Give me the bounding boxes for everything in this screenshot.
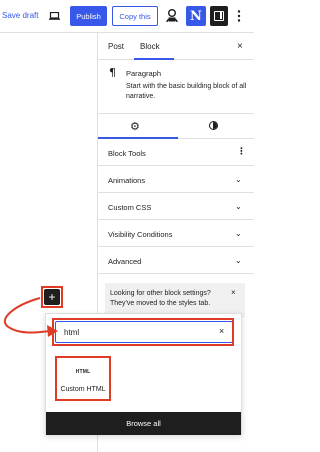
styles-moved-notice: Looking for other block settings? They'v… [105, 283, 245, 317]
block-title: Paragraph [126, 69, 162, 78]
panel-label: Visibility Conditions [108, 230, 173, 239]
styles-contrast-icon[interactable] [209, 121, 218, 130]
block-card: ¶ Paragraph Start with the basic buildin… [98, 60, 254, 114]
panel-label: Custom CSS [108, 203, 152, 212]
paragraph-icon: ¶ [109, 66, 116, 79]
publish-button[interactable]: Publish [70, 6, 107, 26]
user-icon[interactable] [166, 9, 178, 23]
block-result-label: Custom HTML [60, 386, 106, 393]
block-result-custom-html[interactable]: HTML Custom HTML [55, 356, 111, 401]
panel-block-tools[interactable]: Block Tools ⋮ [98, 139, 254, 166]
chevron-down-icon: ⌄ [235, 229, 242, 238]
tab-block[interactable]: Block [140, 42, 160, 51]
notice-text: Looking for other block settings? They'v… [110, 290, 211, 307]
more-vertical-icon[interactable] [237, 10, 241, 22]
panel-label: Animations [108, 176, 146, 185]
more-options-icon[interactable]: ⋮ [237, 146, 246, 157]
panel-custom-css[interactable]: Custom CSS ⌄ [98, 193, 254, 220]
settings-gear-icon[interactable]: ⚙ [130, 120, 140, 133]
tab-post[interactable]: Post [108, 42, 124, 51]
annotation-highlight-inserter [41, 286, 63, 308]
panel-label: Advanced [108, 257, 142, 266]
html-block-icon: HTML [75, 369, 91, 375]
close-sidebar-icon[interactable]: × [237, 41, 243, 52]
panel-animations[interactable]: Animations ⌄ [98, 166, 254, 193]
dismiss-notice-icon[interactable]: × [231, 288, 236, 297]
plugin-logo-button[interactable]: N [186, 6, 206, 26]
panel-visibility-conditions[interactable]: Visibility Conditions ⌄ [98, 220, 254, 247]
copy-this-button[interactable]: Copy this [112, 6, 158, 26]
save-draft-button[interactable]: Save draft [2, 11, 38, 20]
browse-all-button[interactable]: Browse all [46, 412, 241, 435]
block-settings-tabs: ⚙ [98, 114, 254, 139]
block-description: Start with the basic building block of a… [126, 83, 247, 100]
panel-label: Block Tools [108, 149, 146, 158]
chevron-down-icon: ⌄ [235, 202, 242, 211]
chevron-down-icon: ⌄ [235, 256, 242, 265]
panel-advanced[interactable]: Advanced ⌄ [98, 247, 254, 274]
sidebar-tabs: Post Block × [98, 33, 254, 60]
sidebar-toggle-icon[interactable] [210, 6, 228, 26]
chevron-down-icon: ⌄ [235, 175, 242, 184]
device-preview-icon[interactable] [49, 12, 60, 20]
editor-toolbar: Save draft Publish Copy this N [0, 0, 254, 33]
annotation-highlight-search [52, 318, 234, 346]
